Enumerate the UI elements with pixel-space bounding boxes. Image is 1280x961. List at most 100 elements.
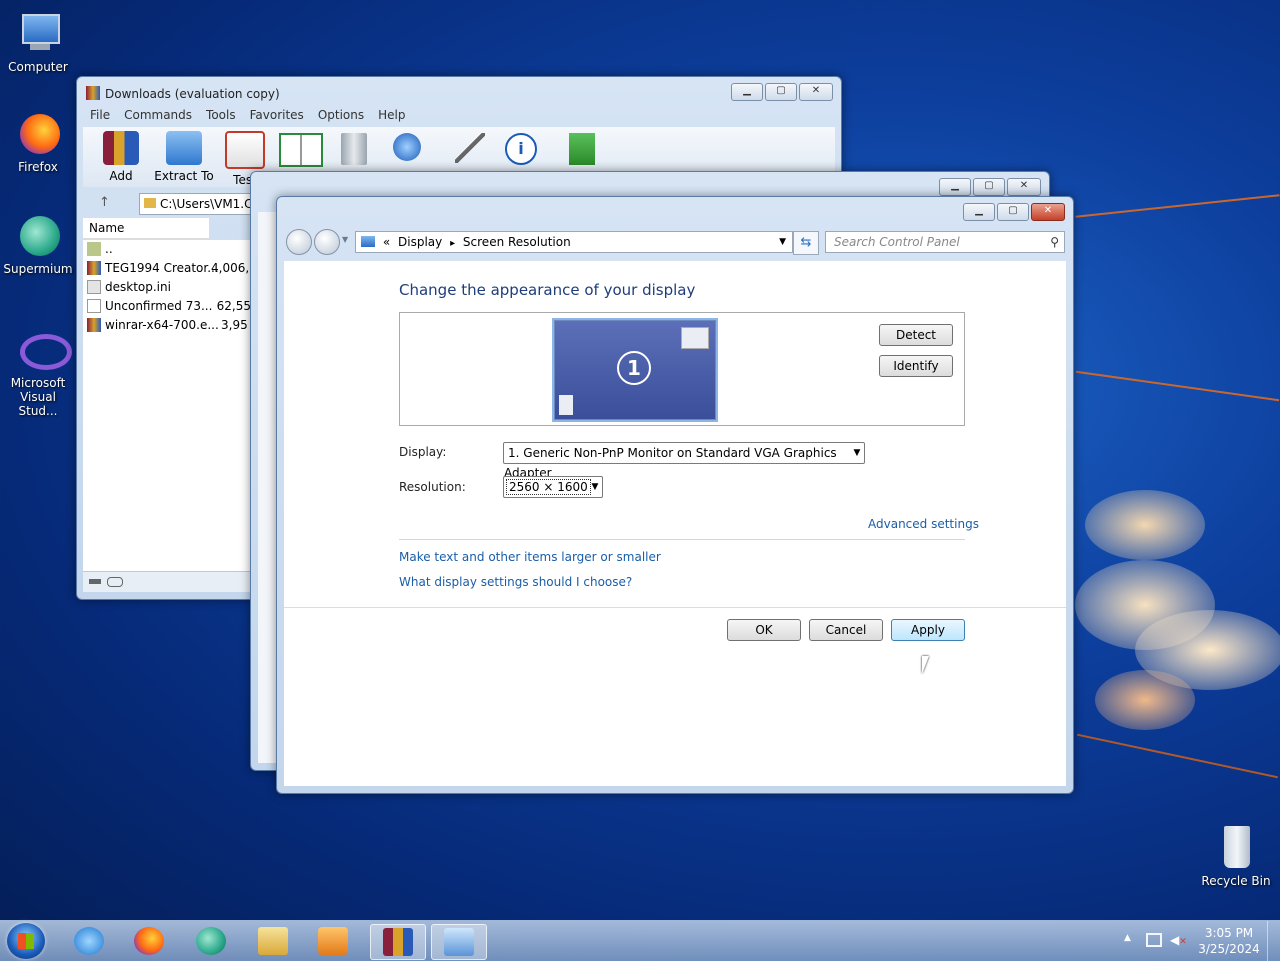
display-help-link[interactable]: What display settings should I choose?	[399, 575, 632, 589]
show-hidden-icons[interactable]: ▲	[1124, 933, 1131, 943]
forward-button[interactable]	[314, 229, 340, 255]
taskbar-winrar[interactable]	[370, 924, 426, 960]
address-bar[interactable]: « Display ▸ Screen Resolution ▼	[355, 231, 793, 253]
firefox-icon	[134, 927, 164, 955]
desktop-icon-firefox[interactable]: Firefox	[0, 110, 76, 174]
desktop-icon-recycle-bin[interactable]: Recycle Bin	[1198, 824, 1274, 888]
book-icon[interactable]	[279, 133, 323, 167]
close-button[interactable]: ✕	[1007, 178, 1041, 196]
maximize-button[interactable]: ▢	[765, 83, 797, 101]
menu-file[interactable]: File	[83, 106, 117, 126]
close-button[interactable]: ✕	[1031, 203, 1065, 221]
maximize-button[interactable]: ▢	[997, 203, 1029, 221]
desktop-icon-visual-studio[interactable]: Microsoft Visual Stud...	[0, 326, 76, 418]
up-folder-icon[interactable]: ↑	[99, 195, 110, 210]
desktop-icon-label: Microsoft Visual Stud...	[10, 376, 66, 418]
search-icon[interactable]: ⚲	[1050, 232, 1059, 252]
list-item[interactable]: TEG1994 Creator...4,006,01	[83, 259, 251, 278]
menu-tools[interactable]: Tools	[199, 106, 243, 126]
cancel-button[interactable]: Cancel	[809, 619, 883, 641]
clock[interactable]: 3:05 PM 3/25/2024	[1196, 925, 1262, 957]
delete-icon[interactable]	[341, 133, 367, 165]
address-dropdown-icon[interactable]: ▼	[779, 232, 786, 252]
wallpaper-jellyfish	[1075, 470, 1280, 730]
supermium-icon	[14, 212, 62, 260]
identify-button[interactable]: Identify	[879, 355, 953, 377]
add-button[interactable]: Add	[93, 131, 149, 183]
volume-muted-icon[interactable]: ◀✕	[1170, 933, 1187, 947]
taskbar: ▲ ◀✕ 3:05 PM 3/25/2024	[0, 920, 1280, 961]
info-icon[interactable]: i	[505, 133, 537, 165]
taskbar-file-explorer[interactable]	[246, 924, 300, 958]
minimize-button[interactable]: ▁	[731, 83, 763, 101]
column-header-name[interactable]: Name	[83, 218, 210, 239]
desktop-icon-label: Firefox	[18, 160, 58, 174]
minimize-button[interactable]: ▁	[963, 203, 995, 221]
breadcrumb-prefix[interactable]: «	[383, 235, 390, 249]
refresh-button[interactable]: ⇆	[793, 231, 819, 255]
search-input[interactable]: Search Control Panel ⚲	[825, 231, 1065, 253]
winrar-icon	[383, 928, 413, 956]
maximize-button[interactable]: ▢	[973, 178, 1005, 196]
parent-folder-icon	[87, 242, 101, 256]
folder-icon	[144, 198, 156, 208]
apply-button[interactable]: Apply	[891, 619, 965, 641]
list-item[interactable]: desktop.ini	[83, 278, 251, 297]
taskbar-supermium[interactable]	[184, 924, 238, 958]
desktop-icon-computer[interactable]: Computer	[0, 10, 76, 74]
desktop-icon-label: Supermium	[3, 262, 73, 276]
screen-resolution-window[interactable]: ▁ ▢ ✕ ▼ « Display ▸ Screen Resolution ▼ …	[276, 196, 1074, 794]
folder-icon	[166, 131, 202, 165]
recent-pages-icon[interactable]: ▼	[342, 235, 348, 244]
taskbar-firefox[interactable]	[122, 924, 176, 958]
control-panel-icon	[361, 236, 375, 247]
taskbar-control-panel[interactable]	[431, 924, 487, 960]
back-button[interactable]	[286, 229, 312, 255]
control-panel-icon	[444, 928, 474, 956]
status-bar	[83, 571, 251, 592]
menu-bar: File Commands Tools Favorites Options He…	[83, 106, 835, 126]
breadcrumb-display[interactable]: Display	[398, 235, 442, 249]
close-button[interactable]: ✕	[799, 83, 833, 101]
show-desktop-button[interactable]	[1267, 921, 1280, 961]
find-icon[interactable]	[393, 133, 421, 161]
ok-button[interactable]: OK	[727, 619, 801, 641]
network-icon[interactable]	[1146, 933, 1162, 947]
list-item[interactable]: ..	[83, 240, 251, 259]
visual-studio-icon	[14, 326, 72, 374]
list-item[interactable]: Unconfirmed 73... 62,55	[83, 297, 251, 316]
display-label: Display:	[399, 445, 447, 459]
taskbar-internet-explorer[interactable]	[62, 924, 116, 958]
internet-explorer-icon	[74, 927, 104, 955]
start-button[interactable]	[7, 923, 45, 959]
extract-to-button[interactable]: Extract To	[149, 131, 219, 183]
resolution-select[interactable]: 2560 × 1600 ▼	[503, 476, 603, 498]
content-area: Change the appearance of your display 1 …	[284, 261, 1066, 786]
desktop-icon-supermium[interactable]: Supermium	[0, 212, 76, 276]
text-size-link[interactable]: Make text and other items larger or smal…	[399, 550, 661, 564]
menu-favorites[interactable]: Favorites	[243, 106, 311, 126]
key-icon	[107, 577, 123, 587]
archive-icon	[87, 261, 101, 275]
desktop-icon-label: Recycle Bin	[1201, 874, 1271, 888]
list-item[interactable]: winrar-x64-700.e... 3,95	[83, 316, 251, 335]
display-select[interactable]: 1. Generic Non-PnP Monitor on Standard V…	[503, 442, 865, 480]
breadcrumb-screen-resolution[interactable]: Screen Resolution	[463, 235, 571, 249]
minimize-button[interactable]: ▁	[939, 178, 971, 196]
menu-commands[interactable]: Commands	[117, 106, 199, 126]
desktop-icon-label: Computer	[8, 60, 68, 74]
menu-help[interactable]: Help	[371, 106, 412, 126]
firefox-icon	[14, 110, 62, 158]
file-list: .. TEG1994 Creator...4,006,01 desktop.in…	[83, 240, 251, 577]
detect-button[interactable]: Detect	[879, 324, 953, 346]
taskbar-media-player[interactable]	[306, 924, 360, 958]
breadcrumb-separator[interactable]: ▸	[450, 238, 455, 249]
divider	[284, 607, 1066, 608]
menu-options[interactable]: Options	[311, 106, 371, 126]
path-field[interactable]: C:\Users\VM1.CC	[139, 193, 261, 215]
monitor-1[interactable]: 1	[554, 320, 716, 420]
advanced-settings-link[interactable]: Advanced settings	[868, 517, 979, 531]
wallpaper-streak	[1077, 733, 1278, 779]
sfx-icon[interactable]	[569, 133, 595, 165]
wizard-icon[interactable]	[455, 133, 485, 163]
